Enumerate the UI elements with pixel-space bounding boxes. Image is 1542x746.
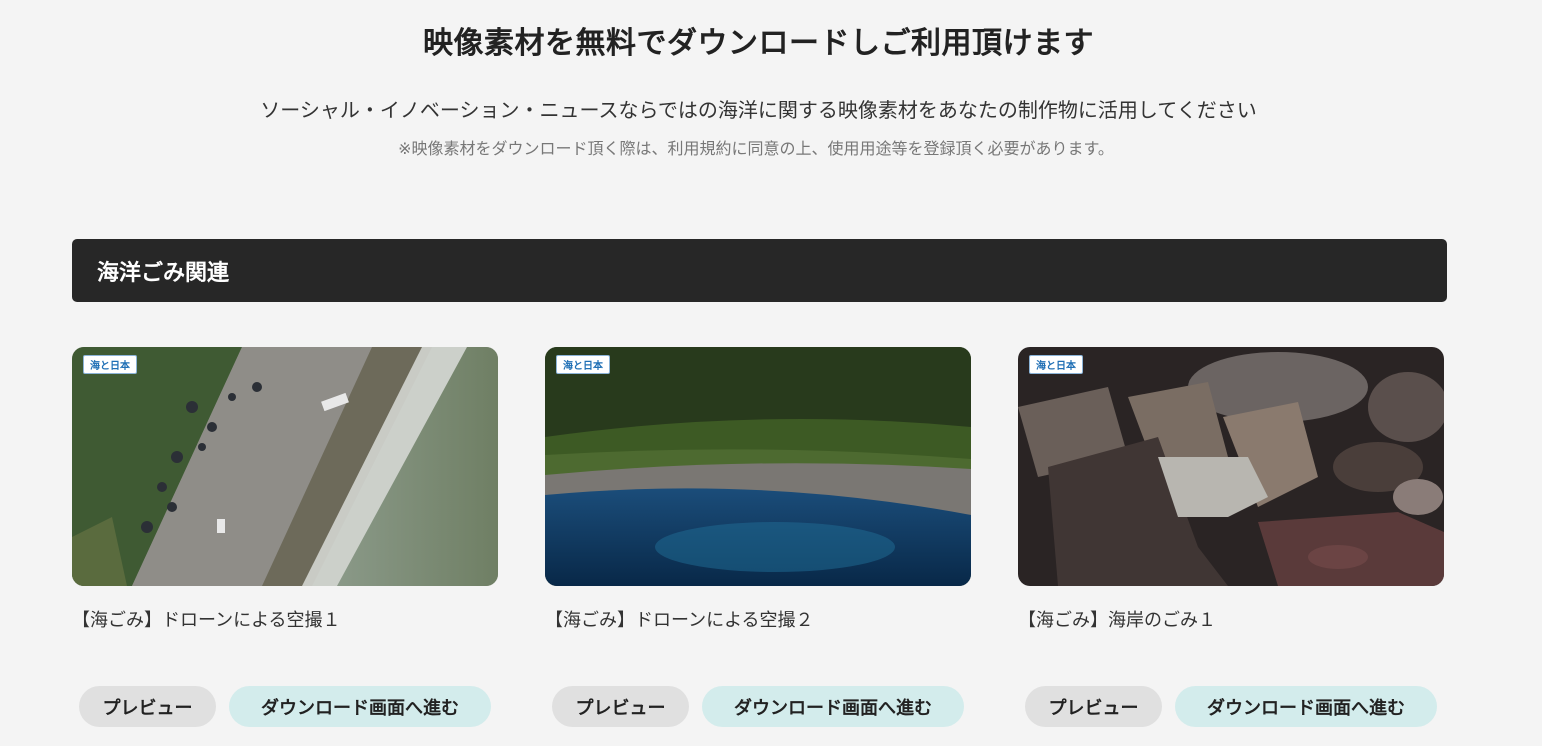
preview-button[interactable]: プレビュー (552, 686, 689, 727)
category-title: 海洋ごみ関連 (97, 260, 230, 286)
video-thumbnail[interactable]: 海と日本 (545, 347, 971, 586)
preview-button[interactable]: プレビュー (79, 686, 216, 727)
brand-logo: 海と日本 (556, 355, 610, 374)
video-thumbnail[interactable]: 海と日本 (72, 347, 498, 586)
note-text: ※映像素材をダウンロード頂く際は、利用規約に同意の上、使用用途等を登録頂く必要が… (398, 139, 1114, 158)
card-title[interactable]: 【海ごみ】ドローンによる空撮１ (72, 606, 341, 632)
video-card: 海と日本 【海ごみ】海岸のごみ１ プレビュー ダウンロード画面へ進む (1018, 347, 1444, 727)
video-card: 海と日本 【海ごみ】ドローンによる空撮２ プレビュー ダウンロード画面へ進む (545, 347, 971, 727)
brand-logo: 海と日本 (1029, 355, 1083, 374)
video-card: 海と日本 【海ごみ】ドローンによる空撮１ プレビュー ダウンロード画面へ進む (72, 347, 498, 727)
video-thumbnail[interactable]: 海と日本 (1018, 347, 1444, 586)
lead-text: ソーシャル・イノベーション・ニュースならではの海洋に関する映像素材をあなたの制作… (260, 98, 1257, 122)
aerial-beach-image (72, 347, 498, 586)
download-button[interactable]: ダウンロード画面へ進む (229, 686, 491, 727)
brand-logo: 海と日本 (83, 355, 137, 374)
card-title[interactable]: 【海ごみ】ドローンによる空撮２ (545, 606, 814, 632)
rocky-shore-image (1018, 347, 1444, 586)
download-button[interactable]: ダウンロード画面へ進む (1175, 686, 1437, 727)
aerial-cove-image (545, 347, 971, 586)
category-header: 海洋ごみ関連 (72, 239, 1447, 302)
preview-button[interactable]: プレビュー (1025, 686, 1162, 727)
page-title: 映像素材を無料でダウンロードしご利用頂けます (423, 26, 1094, 61)
download-button[interactable]: ダウンロード画面へ進む (702, 686, 964, 727)
card-title[interactable]: 【海ごみ】海岸のごみ１ (1018, 606, 1216, 632)
